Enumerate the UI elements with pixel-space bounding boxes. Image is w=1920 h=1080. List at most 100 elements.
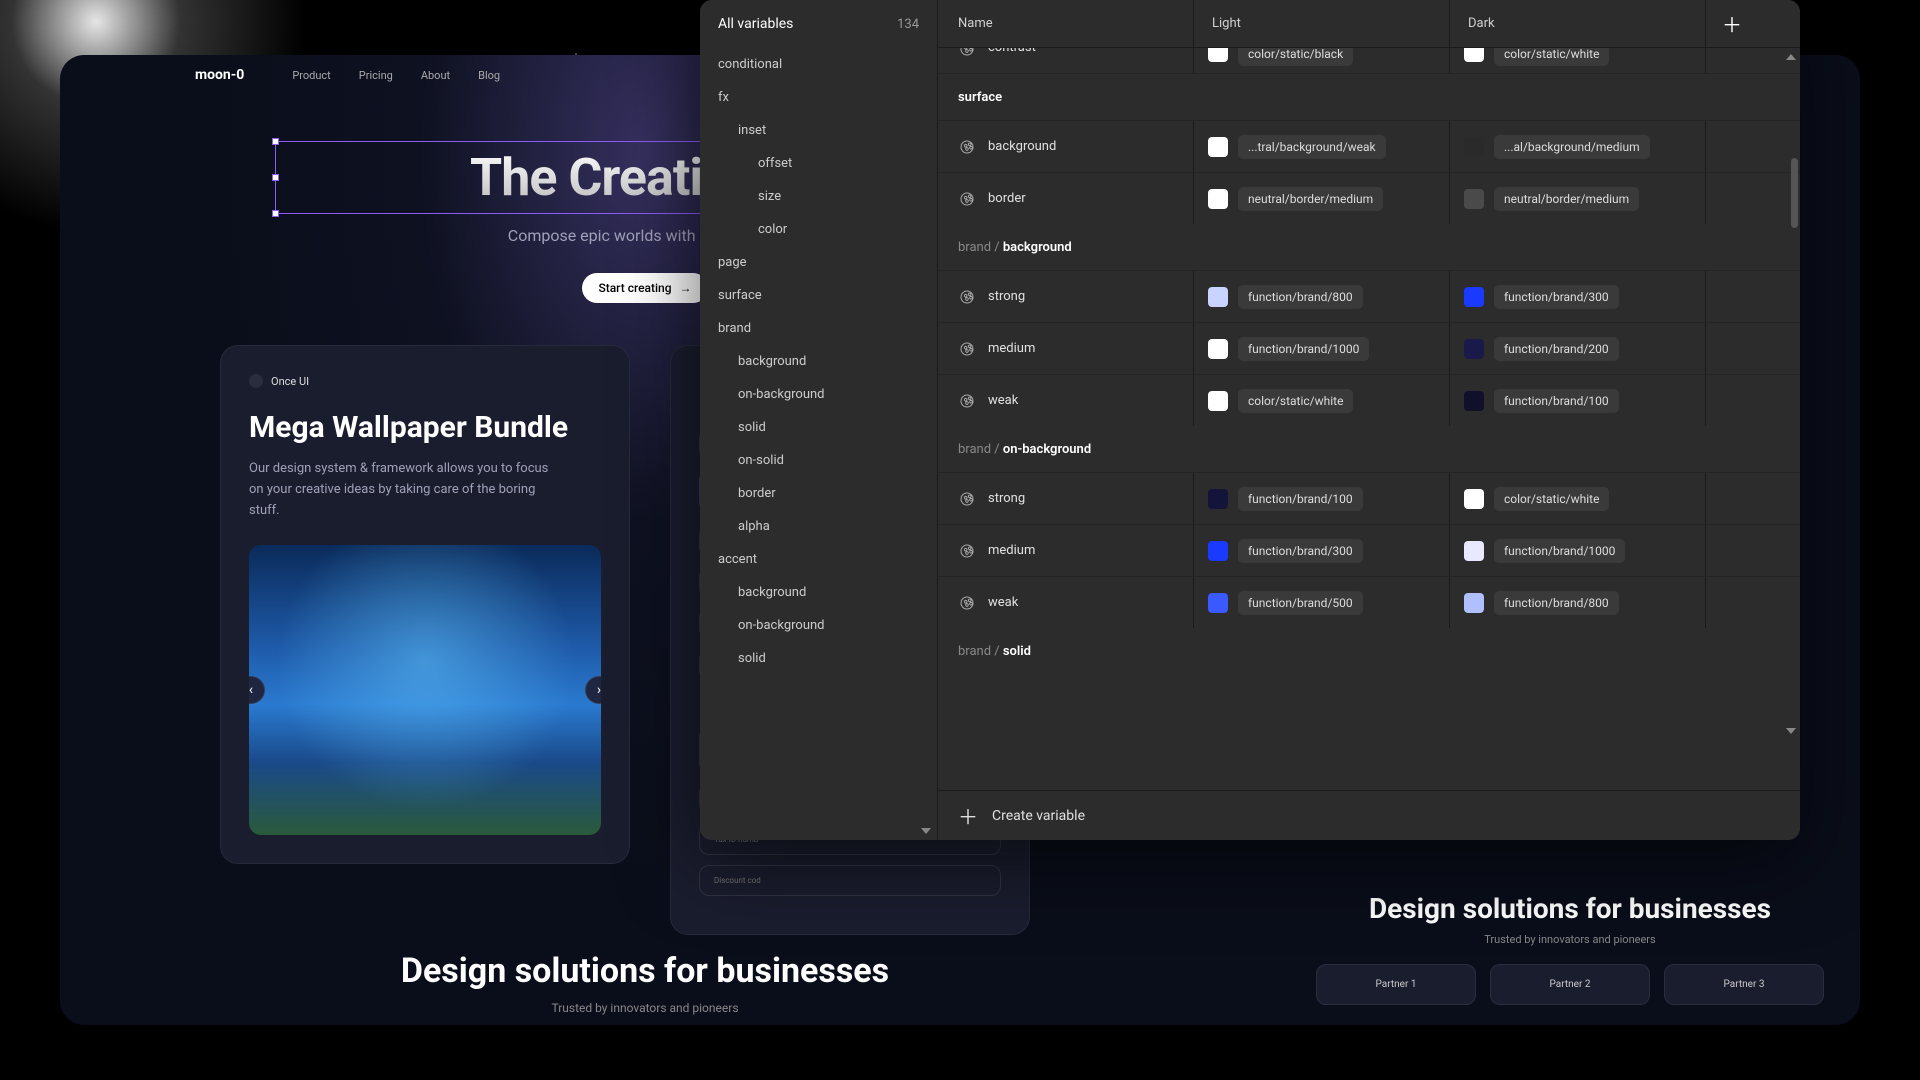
light-value-cell[interactable]: function/brand/100: [1194, 473, 1449, 524]
carousel-next-button: ›: [585, 676, 601, 704]
alias-chip[interactable]: color/static/white: [1238, 389, 1353, 413]
dark-value-cell[interactable]: function/brand/100: [1450, 375, 1705, 426]
variable-row[interactable]: weak function/brand/500 function/brand/8…: [938, 576, 1800, 628]
dark-value-cell[interactable]: function/brand/200: [1450, 323, 1705, 374]
moon-icon: [249, 374, 263, 388]
tree-item-page[interactable]: page: [700, 246, 937, 279]
tree-item-brand[interactable]: brand: [700, 312, 937, 345]
variables-panel[interactable]: All variables 134 conditionalfxinsetoffs…: [700, 0, 1800, 840]
resize-handle-ml[interactable]: [272, 174, 279, 181]
tree-item-solid[interactable]: solid: [700, 642, 937, 675]
variable-row[interactable]: medium function/brand/1000 function/bran…: [938, 322, 1800, 374]
partner-3: Partner 3: [1664, 964, 1824, 1005]
resize-handle-tl[interactable]: [272, 138, 279, 145]
alias-chip[interactable]: ...al/background/medium: [1494, 135, 1650, 159]
alias-chip[interactable]: function/brand/1000: [1494, 539, 1625, 563]
variable-name-cell[interactable]: strong: [938, 473, 1193, 524]
dark-value-cell[interactable]: ...al/background/medium: [1450, 121, 1705, 172]
tree-item-on-solid[interactable]: on-solid: [700, 444, 937, 477]
group-header[interactable]: brand / on-background: [938, 426, 1800, 472]
scroll-up-icon[interactable]: [1786, 54, 1796, 60]
column-name-header[interactable]: Name: [938, 16, 1193, 31]
business-subtitle: Trusted by innovators and pioneers: [115, 1001, 1175, 1015]
business-section-2: Design solutions for businesses Trusted …: [1310, 892, 1830, 1005]
variable-name-cell[interactable]: border: [938, 173, 1193, 224]
light-value-cell[interactable]: color/static/black: [1194, 48, 1449, 73]
tree-item-background[interactable]: background: [700, 345, 937, 378]
tree-item-inset[interactable]: inset: [700, 114, 937, 147]
alias-chip[interactable]: color/static/white: [1494, 487, 1609, 511]
variable-name-cell[interactable]: weak: [938, 375, 1193, 426]
tree-item-background[interactable]: background: [700, 576, 937, 609]
group-header[interactable]: brand / background: [938, 224, 1800, 270]
tree-item-border[interactable]: border: [700, 477, 937, 510]
scroll-down-icon[interactable]: [921, 828, 931, 834]
alias-chip[interactable]: neutral/border/medium: [1494, 187, 1639, 211]
arrow-right-icon: →: [680, 281, 692, 295]
variable-row-cut[interactable]: contrast color/static/black color/static…: [938, 48, 1800, 74]
alias-chip[interactable]: function/brand/800: [1238, 285, 1363, 309]
alias-chip[interactable]: function/brand/300: [1238, 539, 1363, 563]
variables-tree[interactable]: conditionalfxinsetoffsetsizecolorpagesur…: [700, 48, 937, 840]
variable-row[interactable]: background ...tral/background/weak ...al…: [938, 120, 1800, 172]
tree-item-conditional[interactable]: conditional: [700, 48, 937, 81]
light-value-cell[interactable]: neutral/border/medium: [1194, 173, 1449, 224]
tree-item-color[interactable]: color: [700, 213, 937, 246]
dark-value-cell[interactable]: function/brand/1000: [1450, 525, 1705, 576]
dark-value-cell[interactable]: function/brand/800: [1450, 577, 1705, 628]
variable-row[interactable]: strong function/brand/100 color/static/w…: [938, 472, 1800, 524]
alias-chip[interactable]: ...tral/background/weak: [1238, 135, 1386, 159]
scrollbar-thumb[interactable]: [1791, 158, 1798, 228]
light-value-cell[interactable]: function/brand/500: [1194, 577, 1449, 628]
light-value-cell[interactable]: ...tral/background/weak: [1194, 121, 1449, 172]
variable-row[interactable]: strong function/brand/800 function/brand…: [938, 270, 1800, 322]
variable-row[interactable]: weak color/static/white function/brand/1…: [938, 374, 1800, 426]
tree-item-solid[interactable]: solid: [700, 411, 937, 444]
variable-name-cell[interactable]: background: [938, 121, 1193, 172]
tree-item-alpha[interactable]: alpha: [700, 510, 937, 543]
group-header[interactable]: surface: [938, 74, 1800, 120]
variable-row[interactable]: medium function/brand/300 function/brand…: [938, 524, 1800, 576]
variable-name-cell[interactable]: contrast: [938, 48, 1193, 73]
alias-chip[interactable]: neutral/border/medium: [1238, 187, 1383, 211]
sidebar-header[interactable]: All variables 134: [700, 0, 937, 48]
variables-scroll-area[interactable]: contrast color/static/black color/static…: [938, 48, 1800, 790]
alias-chip[interactable]: color/static/black: [1238, 48, 1353, 66]
group-header[interactable]: brand / solid: [938, 628, 1800, 674]
column-dark-header[interactable]: Dark: [1450, 16, 1705, 31]
alias-chip[interactable]: color/static/white: [1494, 48, 1609, 66]
scroll-down-icon[interactable]: [1786, 728, 1796, 734]
tree-item-on-background[interactable]: on-background: [700, 609, 937, 642]
light-value-cell[interactable]: function/brand/1000: [1194, 323, 1449, 374]
dark-value-cell[interactable]: neutral/border/medium: [1450, 173, 1705, 224]
alias-chip[interactable]: function/brand/200: [1494, 337, 1619, 361]
dark-value-cell[interactable]: color/static/white: [1450, 48, 1705, 73]
tree-item-surface[interactable]: surface: [700, 279, 937, 312]
alias-chip[interactable]: function/brand/100: [1238, 487, 1363, 511]
light-value-cell[interactable]: function/brand/300: [1194, 525, 1449, 576]
dark-value-cell[interactable]: color/static/white: [1450, 473, 1705, 524]
create-variable-button[interactable]: ＋ Create variable: [938, 790, 1800, 840]
alias-chip[interactable]: function/brand/100: [1494, 389, 1619, 413]
add-mode-button[interactable]: ＋: [1706, 9, 1758, 39]
variable-name-cell[interactable]: weak: [938, 577, 1193, 628]
tree-item-on-background[interactable]: on-background: [700, 378, 937, 411]
tree-item-offset[interactable]: offset: [700, 147, 937, 180]
alias-chip[interactable]: function/brand/300: [1494, 285, 1619, 309]
resize-handle-bl[interactable]: [272, 210, 279, 217]
plus-icon: ＋: [958, 801, 978, 830]
variable-name-cell[interactable]: medium: [938, 525, 1193, 576]
light-value-cell[interactable]: function/brand/800: [1194, 271, 1449, 322]
alias-chip[interactable]: function/brand/500: [1238, 591, 1363, 615]
tree-item-accent[interactable]: accent: [700, 543, 937, 576]
tree-item-fx[interactable]: fx: [700, 81, 937, 114]
column-light-header[interactable]: Light: [1194, 16, 1449, 31]
tree-item-size[interactable]: size: [700, 180, 937, 213]
light-value-cell[interactable]: color/static/white: [1194, 375, 1449, 426]
variable-row[interactable]: border neutral/border/medium neutral/bor…: [938, 172, 1800, 224]
alias-chip[interactable]: function/brand/800: [1494, 591, 1619, 615]
variable-name-cell[interactable]: medium: [938, 323, 1193, 374]
dark-value-cell[interactable]: function/brand/300: [1450, 271, 1705, 322]
alias-chip[interactable]: function/brand/1000: [1238, 337, 1369, 361]
variable-name-cell[interactable]: strong: [938, 271, 1193, 322]
